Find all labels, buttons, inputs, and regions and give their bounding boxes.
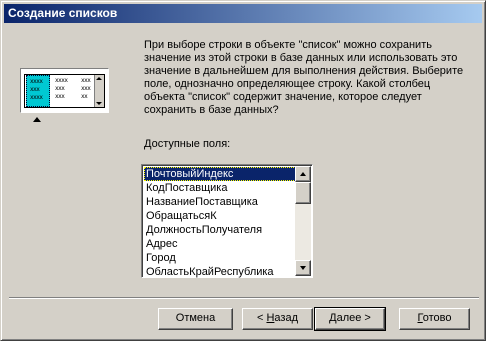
cancel-button-label: Отмена [175,312,216,324]
scroll-up-button[interactable] [295,166,311,182]
back-label-rest: азад [274,312,298,324]
wizard-window: Создание списков xxxx xxx xxxx xxxx xxx … [0,0,486,341]
list-preview-illustration: xxxx xxx xxxx xxxx xxx xxx xxx xxx xx [20,68,109,113]
instruction-text: При выборе строки в объекте "список" мож… [144,39,464,116]
arrow-up-icon [300,172,306,176]
preview-arrow-up-icon [96,77,102,80]
back-button[interactable]: < Назад [242,308,313,330]
preview-scrollbar [94,75,104,107]
available-fields-list[interactable]: ПочтовыйИндекс КодПоставщика НазваниеПоста… [141,164,313,278]
field-list-item[interactable]: ОбращатьсяК [144,209,296,223]
next-button[interactable]: Далее > [314,307,386,331]
finish-label-rest: отово [422,312,452,324]
field-items: ПочтовыйИндекс КодПоставщика НазваниеПоста… [144,167,296,279]
preview-column-selected: xxxx xxx xxxx [26,75,50,107]
title-bar[interactable]: Создание списков [4,4,482,23]
finish-button[interactable]: Готово [399,308,470,330]
scroll-down-button[interactable] [295,260,311,276]
preview-arrow-down-icon [96,102,102,105]
button-separator [9,297,479,299]
available-fields-label: Доступные поля: [144,138,231,150]
list-preview-frame: xxxx xxx xxxx xxxx xxx xxx xxx xxx xx [24,74,105,108]
preview-column: xxxx xxx xxx [55,77,68,100]
field-list-item[interactable]: ДолжностьПолучателя [144,223,296,237]
field-list-item[interactable]: ПочтовыйИндекс [144,167,296,181]
field-list-item[interactable]: КодПоставщика [144,181,296,195]
preview-column: xxx xxx xx [81,77,91,100]
window-title: Создание списков [8,6,118,20]
next-label-rest: алее > [336,312,371,324]
field-list-item[interactable]: ОбластьКрайРеспублика [144,265,296,279]
arrow-down-icon [300,266,306,270]
field-list-item[interactable]: НазваниеПоставщика [144,195,296,209]
field-list-item[interactable]: Адрес [144,237,296,251]
cancel-button[interactable]: Отмена [158,308,233,330]
field-list-item[interactable]: Город [144,251,296,265]
next-accelerator: Д [329,312,337,324]
column-marker-icon [33,117,41,122]
scroll-thumb[interactable] [295,182,311,204]
list-scrollbar[interactable] [295,166,311,276]
